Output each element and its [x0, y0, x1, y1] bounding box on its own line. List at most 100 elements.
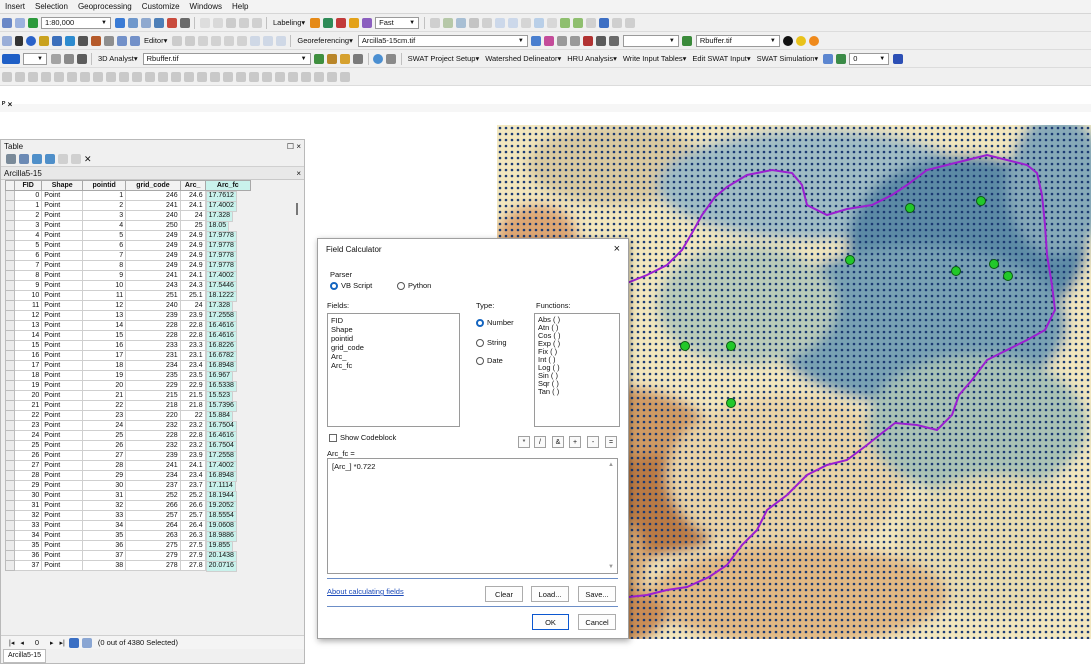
table-row[interactable]: 24 Point 25 228 22.8 16.4616 — [4, 430, 251, 442]
table-cell[interactable]: 33 — [82, 510, 127, 521]
table-cell[interactable]: 18 — [14, 370, 43, 381]
parser-python-radio[interactable]: Python — [397, 281, 431, 291]
menu-item[interactable]: Selection — [30, 0, 73, 13]
table-cell[interactable]: 232 — [125, 420, 181, 431]
html-popup-icon[interactable] — [611, 17, 622, 28]
table-cell[interactable]: 23.4 — [179, 470, 206, 481]
table-maximize-icon[interactable]: ☐ — [287, 142, 294, 151]
table-row[interactable]: 20 Point 21 215 21.5 15.523 — [4, 390, 251, 402]
trace-icon[interactable] — [210, 35, 221, 46]
line-of-sight-icon[interactable] — [340, 53, 351, 64]
swat-menu-5[interactable]: SWAT Simulation ▾ — [754, 51, 822, 66]
print-icon[interactable] — [63, 53, 74, 64]
table-cell[interactable]: 22.8 — [179, 320, 206, 331]
menu-item[interactable]: Geoprocessing — [73, 0, 137, 13]
table-cell[interactable]: 34 — [82, 520, 127, 531]
select-by-attributes-icon[interactable] — [31, 154, 42, 164]
map-layout-icon[interactable] — [50, 53, 61, 64]
table-cell[interactable]: 5 — [82, 230, 127, 241]
fixed-zoom-icon[interactable] — [546, 17, 557, 28]
row-selector[interactable] — [4, 280, 16, 291]
table-row[interactable]: 34 Point 35 263 26.3 18.9886 — [4, 530, 251, 542]
column-header-selected[interactable]: Arc_fc — [204, 180, 252, 191]
table-view-icon[interactable] — [596, 35, 607, 46]
table-row[interactable]: 16 Point 17 231 23.1 16.6782 — [4, 350, 251, 362]
column-header[interactable]: grid_code — [125, 180, 181, 191]
table-row[interactable]: 17 Point 18 234 23.4 16.8948 — [4, 360, 251, 372]
fields-listbox[interactable]: FID Shape pointid grid_code Arc_ Arc_fc — [327, 313, 460, 427]
row-selector[interactable] — [4, 390, 16, 401]
row-selector[interactable] — [4, 350, 16, 361]
show-codeblock-checkbox[interactable]: Show Codeblock — [329, 433, 396, 443]
table-cell[interactable]: 22.8 — [179, 430, 206, 441]
table-cell[interactable]: 37 — [82, 550, 127, 561]
label-quality-combo[interactable]: Fast ▼ — [375, 16, 420, 29]
table-cell[interactable]: 279 — [125, 550, 181, 561]
table-cell[interactable]: 24 — [14, 430, 43, 441]
column-header[interactable]: pointid — [82, 180, 127, 191]
table-cell[interactable]: Point — [41, 210, 84, 221]
table-cell[interactable]: 24 — [179, 210, 206, 221]
table-cell[interactable]: 24.3 — [179, 280, 206, 291]
reshape-tool-icon[interactable] — [66, 71, 77, 82]
shift-raster-icon[interactable] — [544, 35, 555, 46]
row-selector[interactable] — [4, 440, 16, 451]
undo-icon[interactable] — [1, 17, 12, 28]
table-cell[interactable]: 17 — [82, 350, 127, 361]
row-selector[interactable] — [4, 210, 16, 221]
table-cell[interactable]: 15 — [82, 330, 127, 341]
select-elements-icon[interactable] — [14, 35, 23, 46]
field-list-item[interactable]: FID — [331, 316, 456, 325]
lock-labels-icon[interactable] — [348, 17, 359, 28]
effects-icon[interactable] — [609, 35, 620, 46]
table-cell[interactable]: 243 — [125, 280, 181, 291]
table-cell[interactable]: 20 — [82, 380, 127, 391]
table-cell[interactable]: 233 — [125, 340, 181, 351]
table-cell[interactable]: 23.4 — [179, 360, 206, 371]
table-row[interactable]: 31 Point 32 266 26.6 19.2052 — [4, 500, 251, 512]
table-cell[interactable]: 4 — [82, 220, 127, 231]
edit-line-icon[interactable] — [14, 71, 25, 82]
table-cell[interactable]: 15 — [14, 340, 43, 351]
label-priority-icon[interactable] — [322, 17, 333, 28]
zoom-in-icon[interactable] — [494, 17, 505, 28]
pan-icon[interactable] — [520, 17, 531, 28]
redo-icon[interactable] — [14, 17, 25, 28]
circle-icon[interactable] — [261, 71, 272, 82]
table-cell[interactable]: 22 — [179, 410, 206, 421]
table-cell[interactable]: Point — [41, 400, 84, 411]
multiply-operator-button[interactable]: * — [518, 436, 530, 448]
table-row[interactable]: 26 Point 27 239 23.9 17.2558 — [4, 450, 251, 462]
type-number-radio[interactable]: Number — [476, 318, 514, 328]
table-cell[interactable]: 23.5 — [179, 370, 206, 381]
table-cell[interactable]: 21.8 — [179, 400, 206, 411]
table-cell[interactable]: 4 — [14, 230, 43, 241]
row-selector[interactable] — [4, 340, 16, 351]
move-tool-icon[interactable] — [40, 71, 51, 82]
table-cell[interactable]: 278 — [125, 560, 181, 571]
freehand-icon[interactable] — [287, 71, 298, 82]
table-cell[interactable]: Point — [41, 190, 84, 201]
table-cell[interactable]: 23 — [14, 420, 43, 431]
flag-icon[interactable] — [892, 53, 903, 64]
table-cell[interactable]: Point — [41, 270, 84, 281]
table-row[interactable]: 33 Point 34 264 26.4 19.0608 — [4, 520, 251, 532]
table-cell[interactable]: 251 — [125, 290, 181, 301]
row-selector[interactable] — [4, 490, 16, 501]
table-cell[interactable]: 264 — [125, 520, 181, 531]
column-header[interactable]: FID — [14, 180, 43, 191]
table-cell[interactable]: 249 — [125, 240, 181, 251]
show-selected-records-icon[interactable] — [82, 637, 93, 648]
table-cell[interactable]: 27 — [14, 460, 43, 471]
table-cell[interactable]: 266 — [125, 500, 181, 511]
merge-icon[interactable] — [170, 71, 181, 82]
table-cell[interactable]: 23.9 — [179, 450, 206, 461]
table-cell[interactable]: 228 — [125, 430, 181, 441]
table-cell[interactable]: 10 — [14, 290, 43, 301]
menu-item[interactable]: Customize — [137, 0, 185, 13]
vertex-tool-icon[interactable] — [53, 71, 64, 82]
orange-circle-icon[interactable] — [809, 35, 820, 46]
table-bottom-tab[interactable]: Arcilla5-15 — [3, 649, 47, 663]
link-table-icon[interactable] — [570, 35, 581, 46]
info-icon[interactable] — [25, 35, 36, 46]
